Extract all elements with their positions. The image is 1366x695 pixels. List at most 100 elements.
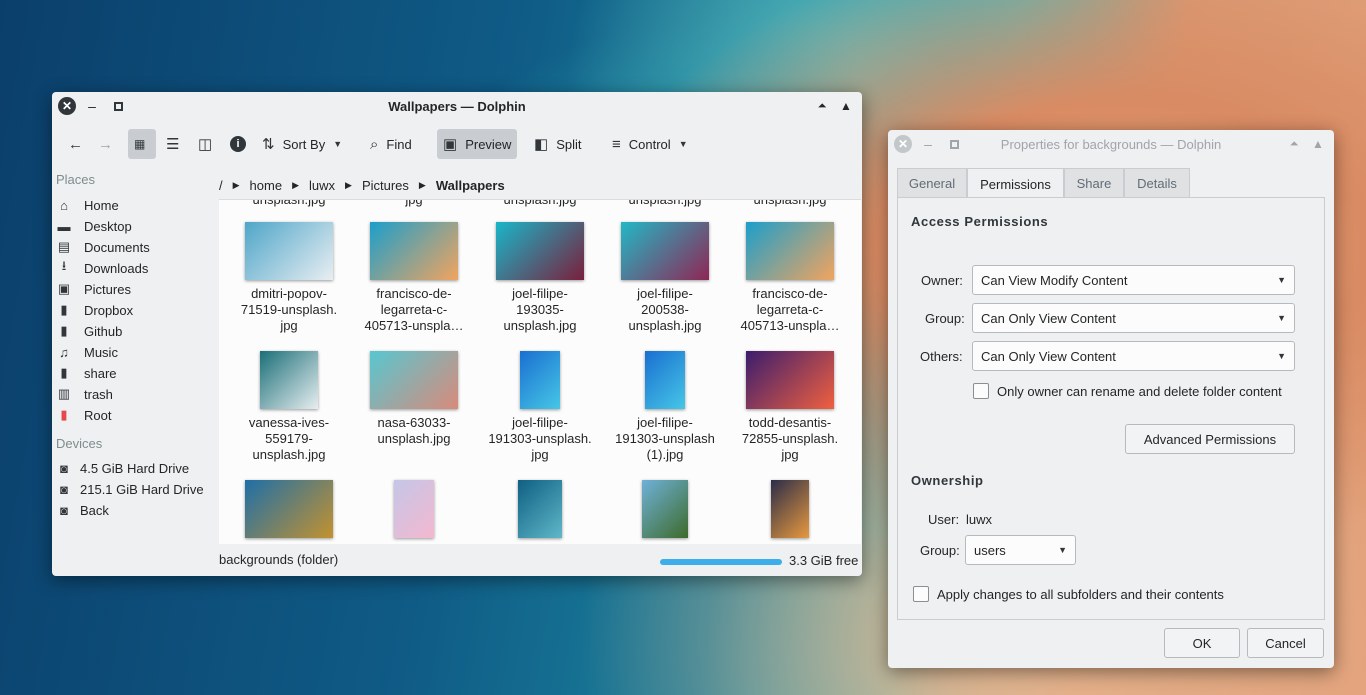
properties-dialog: ✕ – Properties for backgrounds — Dolphin…	[888, 130, 1334, 668]
file-item[interactable]: joel-filipe- 191303-unsplash. jpg	[485, 351, 595, 463]
tab-general[interactable]: General	[897, 168, 967, 198]
shade-button[interactable]: ▲	[836, 96, 856, 116]
columns-view-button[interactable]: ◫	[192, 129, 218, 159]
file-label-partial[interactable]: unsplash.jpg	[735, 200, 845, 208]
tab-details[interactable]: Details	[1124, 168, 1190, 198]
dialog-minimize-button[interactable]: –	[918, 134, 938, 154]
dialog-title-bar[interactable]: ✕ – Properties for backgrounds — Dolphin…	[888, 130, 1334, 158]
image-thumbnail	[621, 222, 709, 280]
details-view-button[interactable]: ☰	[160, 129, 185, 159]
sidebar-item-label: Music	[84, 344, 118, 360]
group-owner-select[interactable]: users ▼	[965, 535, 1076, 565]
dialog-maximize-button[interactable]	[944, 134, 964, 154]
breadcrumb-home[interactable]: home	[250, 178, 283, 193]
file-label-partial[interactable]: unsplash.jpg	[610, 200, 720, 208]
breadcrumb-luwx[interactable]: luwx	[309, 178, 335, 193]
breadcrumb-current[interactable]: Wallpapers	[436, 178, 505, 193]
preview-button[interactable]: ▣ Preview	[437, 129, 518, 159]
forward-button[interactable]: →	[92, 129, 119, 159]
information-button[interactable]: i	[224, 129, 252, 159]
document-icon: ▤	[57, 239, 71, 254]
others-label: Others:	[920, 349, 963, 364]
advanced-permissions-button[interactable]: Advanced Permissions	[1125, 424, 1295, 454]
dialog-shade-button[interactable]: ▲	[1308, 134, 1328, 154]
dialog-close-button[interactable]: ✕	[893, 134, 913, 154]
sidebar-item-documents[interactable]: ▤ Documents	[56, 237, 150, 257]
file-item[interactable]	[610, 480, 720, 544]
split-button[interactable]: ◧ Split	[528, 129, 587, 159]
ok-button[interactable]: OK	[1164, 628, 1240, 658]
sidebar-item-share[interactable]: ▮ share	[56, 363, 117, 383]
title-bar[interactable]: ✕ – Wallpapers — Dolphin ⏶ ▲	[52, 92, 862, 120]
breadcrumb-root[interactable]: /	[219, 178, 223, 193]
apply-subfolders-label: Apply changes to all subfolders and thei…	[937, 587, 1224, 602]
file-name: joel-filipe- 193035- unsplash.jpg	[503, 286, 577, 333]
image-thumbnail	[245, 480, 333, 538]
sidebar-item-label: Root	[84, 407, 112, 423]
sidebar-item-github[interactable]: ▮ Github	[56, 321, 122, 341]
file-item[interactable]: francisco-de- legarreta-c- 405713-unspla…	[359, 222, 469, 334]
file-item[interactable]	[234, 480, 344, 544]
file-item[interactable]: joel-filipe- 191303-unsplash (1).jpg	[610, 351, 720, 463]
device-item[interactable]: ◙ 215.1 GiB Hard Drive	[56, 479, 204, 499]
sidebar-item-label: Home	[84, 197, 119, 213]
maximize-window-button[interactable]	[108, 96, 128, 116]
file-item[interactable]: todd-desantis- 72855-unsplash. jpg	[735, 351, 845, 463]
file-item[interactable]: dmitri-popov- 71519-unsplash. jpg	[234, 222, 344, 334]
owner-permissions-select[interactable]: Can View Modify Content ▼	[972, 265, 1295, 295]
sidebar-item-label: Documents	[84, 239, 150, 255]
close-icon: ✕	[58, 97, 76, 115]
device-item[interactable]: ◙ 4.5 GiB Hard Drive	[56, 458, 189, 478]
dialog-keep-above-button[interactable]: ⏶	[1284, 134, 1304, 154]
file-view[interactable]: unsplash.jpg jpg unsplash.jpg unsplash.jpg u…	[219, 199, 861, 544]
icons-view-button[interactable]: ▦	[128, 129, 156, 159]
device-item[interactable]: ◙ Back	[56, 500, 109, 520]
file-item[interactable]: francisco-de- legarreta-c- 405713-unspla…	[735, 222, 845, 334]
find-button[interactable]: ⌕ Find	[364, 129, 418, 159]
group-permissions-select[interactable]: Can Only View Content ▼	[972, 303, 1295, 333]
free-space-label: 3.3 GiB free	[789, 553, 859, 568]
arrow-right-icon: →	[98, 135, 113, 153]
file-item[interactable]: vanessa-ives- 559179- unsplash.jpg	[234, 351, 344, 463]
back-button[interactable]: ←	[62, 129, 89, 159]
breadcrumb: / ▶ home ▶ luwx ▶ Pictures ▶ Wallpapers	[219, 175, 505, 195]
apply-subfolders-checkbox[interactable]	[913, 586, 929, 602]
file-item[interactable]: joel-filipe- 200538- unsplash.jpg	[610, 222, 720, 334]
others-permissions-select[interactable]: Can Only View Content ▼	[972, 341, 1295, 371]
minimize-window-button[interactable]: –	[82, 96, 102, 116]
control-button[interactable]: ≡ Control ▼	[606, 129, 694, 159]
file-label-partial[interactable]: unsplash.jpg	[485, 200, 595, 208]
tab-permissions[interactable]: Permissions	[967, 168, 1064, 199]
keep-above-button[interactable]: ⏶	[812, 96, 832, 116]
file-label-partial[interactable]: unsplash.jpg	[234, 200, 344, 208]
file-item[interactable]: joel-filipe- 193035- unsplash.jpg	[485, 222, 595, 334]
sidebar-item-root[interactable]: ▮ Root	[56, 405, 111, 425]
sidebar-item-downloads[interactable]: ⭳ Downloads	[56, 258, 149, 278]
folder-icon: ▮	[60, 365, 68, 380]
sidebar-item-pictures[interactable]: ▣ Pictures	[56, 279, 131, 299]
file-item[interactable]: nasa-63033- unsplash.jpg	[359, 351, 469, 447]
sidebar-item-label: share	[84, 365, 117, 381]
file-label-partial[interactable]: jpg	[359, 200, 469, 208]
file-item[interactable]	[359, 480, 469, 544]
sidebar-item-label: Dropbox	[84, 302, 134, 318]
file-item[interactable]	[735, 480, 845, 544]
sidebar-item-trash[interactable]: ▥ trash	[56, 384, 113, 404]
sidebar-item-desktop[interactable]: ▬ Desktop	[56, 216, 132, 236]
sidebar-item-home[interactable]: ⌂ Home	[56, 195, 119, 215]
ownership-heading: Ownership	[911, 473, 984, 488]
sidebar-item-music[interactable]: ♫ Music	[56, 342, 118, 362]
sidebar-item-dropbox[interactable]: ▮ Dropbox	[56, 300, 133, 320]
cancel-button[interactable]: Cancel	[1247, 628, 1324, 658]
find-label: Find	[386, 136, 412, 152]
sort-by-label: Sort By	[282, 136, 326, 152]
columns-icon: ◫	[198, 136, 213, 153]
breadcrumb-pictures[interactable]: Pictures	[362, 178, 409, 193]
close-window-button[interactable]: ✕	[57, 96, 77, 116]
tab-share[interactable]: Share	[1064, 168, 1124, 198]
close-icon: ✕	[894, 135, 912, 153]
dropbox-folder-icon: ▮	[60, 302, 68, 317]
file-item[interactable]	[485, 480, 595, 544]
owner-rename-checkbox[interactable]	[973, 383, 989, 399]
sort-by-button[interactable]: ⇅ Sort By ▼	[256, 129, 348, 159]
